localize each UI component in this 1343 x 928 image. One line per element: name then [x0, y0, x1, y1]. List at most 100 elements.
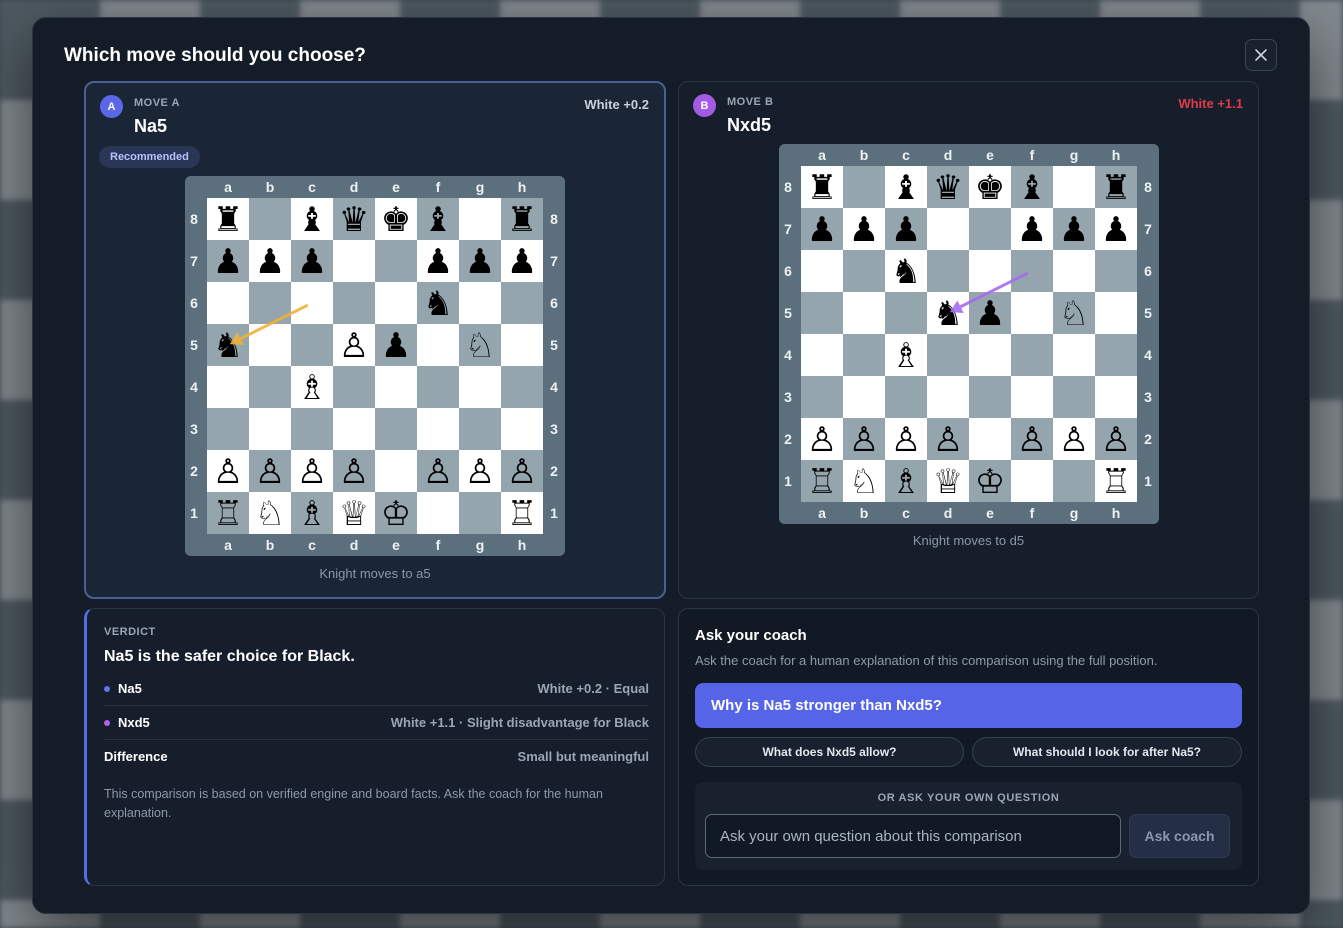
black-knight-icon[interactable]: ♞ [891, 252, 921, 292]
square-f5[interactable] [417, 324, 459, 366]
square-e3[interactable] [969, 376, 1011, 418]
square-c3[interactable] [291, 408, 333, 450]
square-g3[interactable] [1053, 376, 1095, 418]
white-pawn-icon[interactable]: ♙ [423, 452, 453, 492]
black-pawn-icon[interactable]: ♟ [1017, 210, 1047, 250]
black-bishop-icon[interactable]: ♝ [297, 200, 327, 240]
square-f5[interactable] [1011, 292, 1053, 334]
black-pawn-icon[interactable]: ♟ [1059, 210, 1089, 250]
square-g4[interactable] [459, 366, 501, 408]
own-question-input[interactable] [705, 814, 1121, 858]
black-rook-icon[interactable]: ♜ [507, 200, 537, 240]
square-g8[interactable] [1053, 166, 1095, 208]
white-pawn-icon[interactable]: ♙ [255, 452, 285, 492]
black-bishop-icon[interactable]: ♝ [423, 200, 453, 240]
black-pawn-icon[interactable]: ♟ [891, 210, 921, 250]
black-king-icon[interactable]: ♚ [975, 168, 1005, 208]
white-bishop-icon[interactable]: ♗ [891, 336, 921, 376]
square-d4[interactable] [927, 334, 969, 376]
square-c5[interactable] [291, 324, 333, 366]
move-b-card[interactable]: B MOVE B Nxd5 White +1.1 ♜ ♝ ♛ ♚ ♝ ♜ ♟ ♟ ♟ ♟ ♟ ♟ ♞ ♞ ♟… [678, 81, 1259, 599]
square-e2[interactable] [969, 418, 1011, 460]
black-pawn-icon[interactable]: ♟ [381, 326, 411, 366]
black-pawn-icon[interactable]: ♟ [423, 242, 453, 282]
black-knight-icon[interactable]: ♞ [213, 326, 243, 366]
square-d4[interactable] [333, 366, 375, 408]
square-g4[interactable] [1053, 334, 1095, 376]
square-f3[interactable] [1011, 376, 1053, 418]
white-pawn-icon[interactable]: ♙ [849, 420, 879, 460]
square-h5[interactable] [501, 324, 543, 366]
square-e4[interactable] [969, 334, 1011, 376]
square-f4[interactable] [1011, 334, 1053, 376]
square-f1[interactable] [1011, 460, 1053, 502]
square-e4[interactable] [375, 366, 417, 408]
black-bishop-icon[interactable]: ♝ [1017, 168, 1047, 208]
square-b4[interactable] [843, 334, 885, 376]
square-h3[interactable] [501, 408, 543, 450]
black-bishop-icon[interactable]: ♝ [891, 168, 921, 208]
square-c5[interactable] [885, 292, 927, 334]
black-pawn-icon[interactable]: ♟ [807, 210, 837, 250]
square-f3[interactable] [417, 408, 459, 450]
square-e7[interactable] [969, 208, 1011, 250]
black-pawn-icon[interactable]: ♟ [1101, 210, 1131, 250]
square-h6[interactable] [1095, 250, 1137, 292]
square-g1[interactable] [459, 492, 501, 534]
white-queen-icon[interactable]: ♕ [933, 462, 963, 502]
square-a5[interactable] [801, 292, 843, 334]
white-bishop-icon[interactable]: ♗ [297, 368, 327, 408]
square-b8[interactable] [843, 166, 885, 208]
white-knight-icon[interactable]: ♘ [1059, 294, 1089, 334]
white-pawn-icon[interactable]: ♙ [213, 452, 243, 492]
move-a-card[interactable]: A MOVE A Na5 White +0.2 Recommended ♜ ♝ ♛ ♚… [84, 81, 666, 599]
square-c3[interactable] [885, 376, 927, 418]
white-king-icon[interactable]: ♔ [381, 494, 411, 534]
square-a4[interactable] [801, 334, 843, 376]
black-knight-icon[interactable]: ♞ [933, 294, 963, 334]
square-e6[interactable] [375, 282, 417, 324]
close-button[interactable] [1245, 39, 1277, 71]
square-h4[interactable] [501, 366, 543, 408]
white-bishop-icon[interactable]: ♗ [891, 462, 921, 502]
black-rook-icon[interactable]: ♜ [1101, 168, 1131, 208]
white-rook-icon[interactable]: ♖ [1101, 462, 1131, 502]
square-b3[interactable] [249, 408, 291, 450]
black-queen-icon[interactable]: ♛ [339, 200, 369, 240]
white-knight-icon[interactable]: ♘ [255, 494, 285, 534]
black-rook-icon[interactable]: ♜ [213, 200, 243, 240]
square-f4[interactable] [417, 366, 459, 408]
square-b3[interactable] [843, 376, 885, 418]
white-pawn-icon[interactable]: ♙ [933, 420, 963, 460]
square-e2[interactable] [375, 450, 417, 492]
black-queen-icon[interactable]: ♛ [933, 168, 963, 208]
white-pawn-icon[interactable]: ♙ [1101, 420, 1131, 460]
square-a6[interactable] [801, 250, 843, 292]
square-d7[interactable] [927, 208, 969, 250]
question-chip-na5[interactable]: What should I look for after Na5? [972, 737, 1242, 767]
black-pawn-icon[interactable]: ♟ [255, 242, 285, 282]
square-a3[interactable] [801, 376, 843, 418]
square-a4[interactable] [207, 366, 249, 408]
ask-coach-button[interactable]: Ask coach [1129, 814, 1230, 858]
square-a3[interactable] [207, 408, 249, 450]
square-c6[interactable] [291, 282, 333, 324]
white-knight-icon[interactable]: ♘ [849, 462, 879, 502]
white-pawn-icon[interactable]: ♙ [339, 326, 369, 366]
black-rook-icon[interactable]: ♜ [807, 168, 837, 208]
square-f1[interactable] [417, 492, 459, 534]
square-d6[interactable] [333, 282, 375, 324]
square-b8[interactable] [249, 198, 291, 240]
square-g6[interactable] [1053, 250, 1095, 292]
square-g6[interactable] [459, 282, 501, 324]
square-b6[interactable] [843, 250, 885, 292]
square-g8[interactable] [459, 198, 501, 240]
white-pawn-icon[interactable]: ♙ [807, 420, 837, 460]
square-e3[interactable] [375, 408, 417, 450]
square-d3[interactable] [927, 376, 969, 418]
white-pawn-icon[interactable]: ♙ [891, 420, 921, 460]
white-knight-icon[interactable]: ♘ [465, 326, 495, 366]
black-pawn-icon[interactable]: ♟ [507, 242, 537, 282]
black-pawn-icon[interactable]: ♟ [213, 242, 243, 282]
square-d7[interactable] [333, 240, 375, 282]
